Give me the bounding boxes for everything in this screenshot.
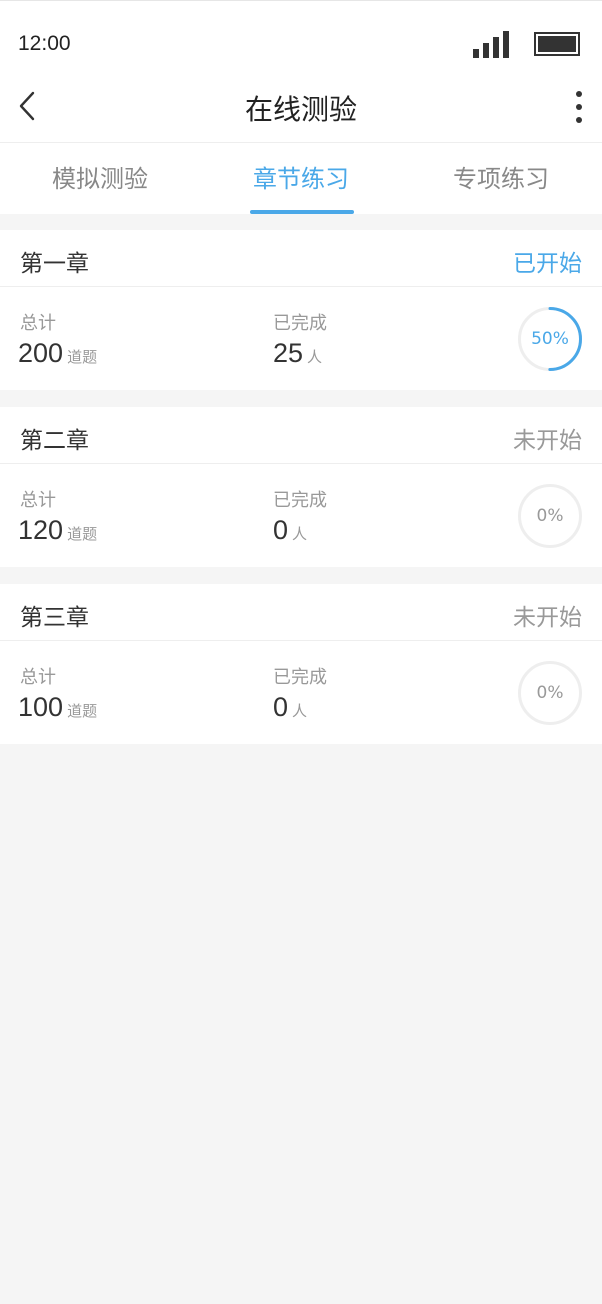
progress-ring: 0% xyxy=(517,483,583,549)
tab-special-practice[interactable]: 专项练习 xyxy=(401,143,601,214)
total-unit: 道题 xyxy=(67,348,98,366)
chapter-title: 第一章 xyxy=(20,251,89,277)
progress-ring: 50% xyxy=(517,306,583,372)
chapter-status: 未开始 xyxy=(513,605,582,631)
done-label: 已完成 xyxy=(273,490,327,511)
chapter-title: 第二章 xyxy=(20,428,89,454)
progress-text: 0% xyxy=(536,683,564,703)
nav-bar: 在线测验 xyxy=(0,76,602,143)
total-value-row: 100 道题 xyxy=(18,692,97,723)
status-bar: 12:00 xyxy=(0,0,602,76)
done-unit: 人 xyxy=(307,348,323,366)
signal-icon xyxy=(473,30,509,58)
total-value: 120 xyxy=(18,515,64,545)
done-value-row: 0人 xyxy=(273,515,307,546)
chapter-title: 第三章 xyxy=(20,605,89,631)
more-button[interactable] xyxy=(566,88,592,126)
total-value-row: 200 道题 xyxy=(18,338,97,369)
done-value: 0 xyxy=(273,515,289,545)
total-unit: 道题 xyxy=(67,525,98,543)
tab-simulated-test[interactable]: 模拟测验 xyxy=(0,143,200,214)
progress-text: 50% xyxy=(531,329,569,349)
tab-chapter-practice[interactable]: 章节练习 xyxy=(201,143,401,214)
chapter-card-3[interactable]: 第三章 未开始 总计 100 道题 已完成 0人 0% xyxy=(0,584,602,744)
battery-icon xyxy=(534,32,580,56)
chapter-header: 第一章 已开始 xyxy=(0,230,602,287)
total-unit: 道题 xyxy=(67,702,98,720)
done-unit: 人 xyxy=(292,525,308,543)
chapter-card-1[interactable]: 第一章 已开始 总计 200 道题 已完成 25 人 50% xyxy=(0,230,602,390)
chapter-status: 未开始 xyxy=(513,428,582,454)
done-label: 已完成 xyxy=(273,667,327,688)
page-title: 在线测验 xyxy=(244,93,357,126)
done-value-row: 0人 xyxy=(273,692,307,723)
more-vertical-icon xyxy=(576,91,582,97)
tab-bar: 模拟测验 章节练习 专项练习 xyxy=(0,143,602,214)
total-label: 总计 xyxy=(20,313,56,334)
done-label: 已完成 xyxy=(273,313,327,334)
total-value-row: 120 道题 xyxy=(18,515,97,546)
done-value: 0 xyxy=(273,692,289,722)
status-time: 12:00 xyxy=(18,32,71,55)
total-label: 总计 xyxy=(20,490,56,511)
chapter-header: 第二章 未开始 xyxy=(0,407,602,464)
chapter-card-2[interactable]: 第二章 未开始 总计 120 道题 已完成 0人 0% xyxy=(0,407,602,567)
total-value: 100 xyxy=(18,692,64,722)
chapter-status: 已开始 xyxy=(513,251,582,277)
progress-ring: 0% xyxy=(517,660,583,726)
done-value-row: 25 人 xyxy=(273,338,322,369)
total-value: 200 xyxy=(18,338,64,368)
total-label: 总计 xyxy=(20,667,56,688)
done-unit: 人 xyxy=(292,702,308,720)
chapter-header: 第三章 未开始 xyxy=(0,584,602,641)
done-value: 25 xyxy=(273,338,304,368)
progress-text: 0% xyxy=(536,506,564,526)
active-tab-indicator xyxy=(250,210,354,214)
